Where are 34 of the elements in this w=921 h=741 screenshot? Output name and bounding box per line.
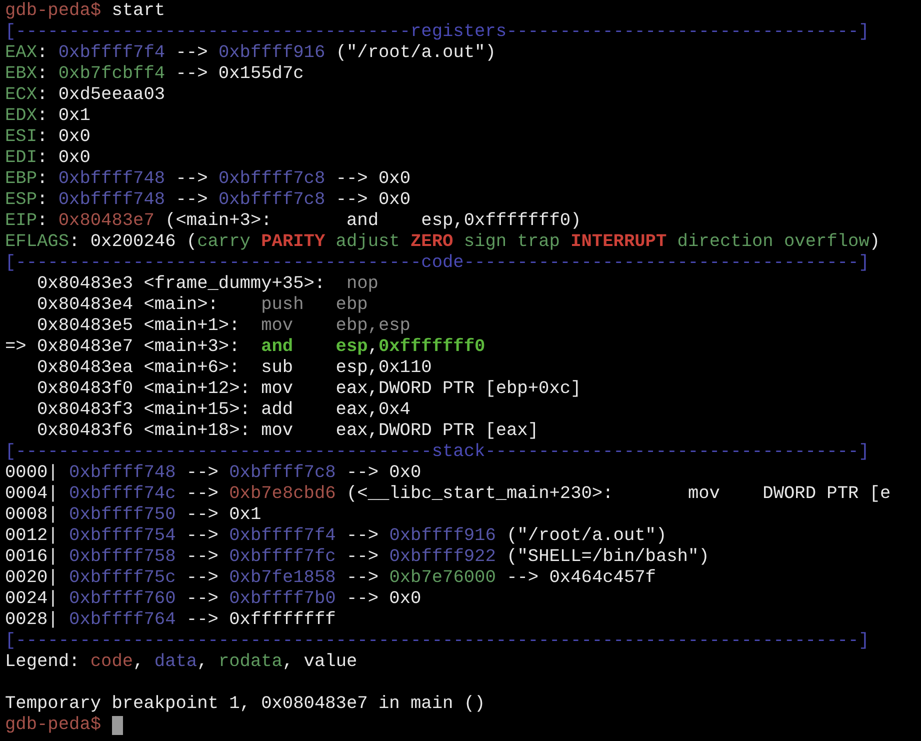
terminal-line: EIP: 0x80483e7 (<main+3>: and esp,0xfffffff0) (5, 211, 582, 232)
terminal-line: 0012| 0xbffff754 --> 0xbffff7f4 --> 0xbffff916 ("/root/a.out") (5, 526, 667, 547)
section-header: [--------------------------------------code-------------------------------------] (5, 253, 870, 274)
terminal-line: 0x80483e4 <main>: push ebp (36, 295, 368, 316)
terminal-line: 0x80483f0 <main+12>: mov eax,DWORD PTR [ebp+0xc] (36, 379, 582, 400)
terminal-line: 0x80483e3 <frame_dummy+35>: nop (36, 274, 378, 295)
terminal-line: EDX: 0x1 (5, 106, 90, 127)
section-header: [-------------------------------------------------------------------------------] (5, 631, 870, 652)
terminal-line: 0020| 0xbffff75c --> 0xb7fe1858 --> 0xb7e76000 --> 0x464c457f (5, 568, 656, 589)
terminal-line: EDI: 0x0 (5, 148, 90, 169)
terminal-line: EBX: 0xb7fcbff4 --> 0x155d7c (5, 64, 304, 85)
terminal-line: 0x80483e5 <main+1>: mov ebp,esp (36, 316, 410, 337)
terminal-line: 0004| 0xbffff74c --> 0xb7e8cbd6 (<__libc_start_main+230>: mov DWORD PTR [e (5, 484, 891, 505)
terminal-line: 0000| 0xbffff748 --> 0xbffff7c8 --> 0x0 (5, 463, 422, 484)
terminal-line: 0028| 0xbffff764 --> 0xffffffff (5, 610, 336, 631)
terminal-line: 0x80483ea <main+6>: sub esp,0x110 (36, 358, 432, 379)
terminal-line: => 0x80483e7 <main+3>: and esp,0xfffffff0 (5, 337, 486, 358)
terminal-line: Temporary breakpoint 1, 0x080483e7 in main () (5, 694, 486, 715)
terminal-line: EFLAGS: 0x200246 (carry PARITY adjust ZERO sign trap INTERRUPT direction overflow) (5, 232, 880, 253)
terminal-line: 0016| 0xbffff758 --> 0xbffff7fc --> 0xbffff922 ("SHELL=/bin/bash") (5, 547, 710, 568)
terminal-line: EBP: 0xbffff748 --> 0xbffff7c8 --> 0x0 (5, 169, 411, 190)
terminal-line: Legend: code, data, rodata, value (5, 652, 358, 673)
terminal-line: EAX: 0xbffff7f4 --> 0xbffff916 ("/root/a.out") (5, 43, 496, 64)
prompt-line: gdb-peda$ (5, 715, 102, 736)
terminal-line: 0024| 0xbffff760 --> 0xbffff7b0 --> 0x0 (5, 589, 422, 610)
terminal-line: gdb-peda$ start (5, 1, 166, 22)
terminal-line: 0x80483f3 <main+15>: add eax,0x4 (36, 400, 410, 421)
terminal-line: ESI: 0x0 (5, 127, 90, 148)
terminal-line: ESP: 0xbffff748 --> 0xbffff7c8 --> 0x0 (5, 190, 411, 211)
terminal-line: 0008| 0xbffff750 --> 0x1 (5, 505, 262, 526)
terminal-line: ECX: 0xd5eeaa03 (5, 85, 166, 106)
terminal-line: 0x80483f6 <main+18>: mov eax,DWORD PTR [eax] (36, 421, 539, 442)
section-header: [---------------------------------------stack-----------------------------------] (5, 442, 870, 463)
section-header: [-------------------------------------registers---------------------------------] (5, 22, 870, 43)
